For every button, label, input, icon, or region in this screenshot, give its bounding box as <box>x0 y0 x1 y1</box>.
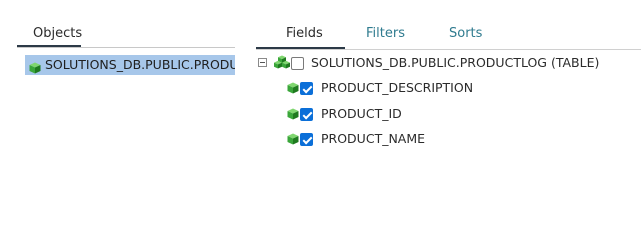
tab-filters-label: Filters <box>366 26 405 41</box>
tab-fields-label: Fields <box>286 26 323 41</box>
object-list-item[interactable]: SOLUTIONS_DB.PUBLIC.PRODU <box>25 55 235 75</box>
tab-sorts-label: Sorts <box>449 26 483 41</box>
tab-filters[interactable]: Filters <box>352 22 422 49</box>
object-list-item-label: SOLUTIONS_DB.PUBLIC.PRODU <box>45 57 235 72</box>
field-checkbox[interactable] <box>300 133 313 146</box>
field-label: PRODUCT_DESCRIPTION <box>321 80 474 95</box>
field-label: PRODUCT_NAME <box>321 131 426 146</box>
fields-tabbar: Fields Filters Sorts <box>256 22 641 50</box>
field-row: PRODUCT_ID <box>286 104 606 124</box>
collapse-toggle[interactable] <box>258 58 267 67</box>
tab-sorts[interactable]: Sorts <box>436 22 496 49</box>
field-row: PRODUCT_NAME <box>286 129 606 149</box>
field-selector-dialog: Objects SOLUTIONS_DB.PUBLIC.PRODU Fields… <box>0 0 641 208</box>
tab-objects-label: Objects <box>33 26 83 41</box>
tab-objects[interactable]: Objects <box>17 22 83 47</box>
field-label: PRODUCT_ID <box>321 106 402 121</box>
green-cube-icon <box>287 79 299 98</box>
table-checkbox[interactable] <box>291 57 304 70</box>
field-row: PRODUCT_DESCRIPTION <box>286 78 606 98</box>
fields-panel: Fields Filters Sorts SOLUTIONS_DB.PUBLIC… <box>256 0 641 208</box>
green-cube-icon <box>287 130 299 149</box>
green-cube-icon <box>287 105 299 124</box>
green-cube-icon <box>29 59 41 75</box>
green-cubes-icon <box>274 54 290 73</box>
tab-fields[interactable]: Fields <box>256 22 345 49</box>
table-tree-node: SOLUTIONS_DB.PUBLIC.PRODUCTLOG (TABLE) <box>256 53 636 73</box>
table-label: SOLUTIONS_DB.PUBLIC.PRODUCTLOG (TABLE) <box>311 55 600 70</box>
field-checkbox[interactable] <box>300 82 313 95</box>
objects-panel: Objects SOLUTIONS_DB.PUBLIC.PRODU <box>0 0 238 208</box>
field-checkbox[interactable] <box>300 108 313 121</box>
objects-tabbar: Objects <box>17 22 235 48</box>
